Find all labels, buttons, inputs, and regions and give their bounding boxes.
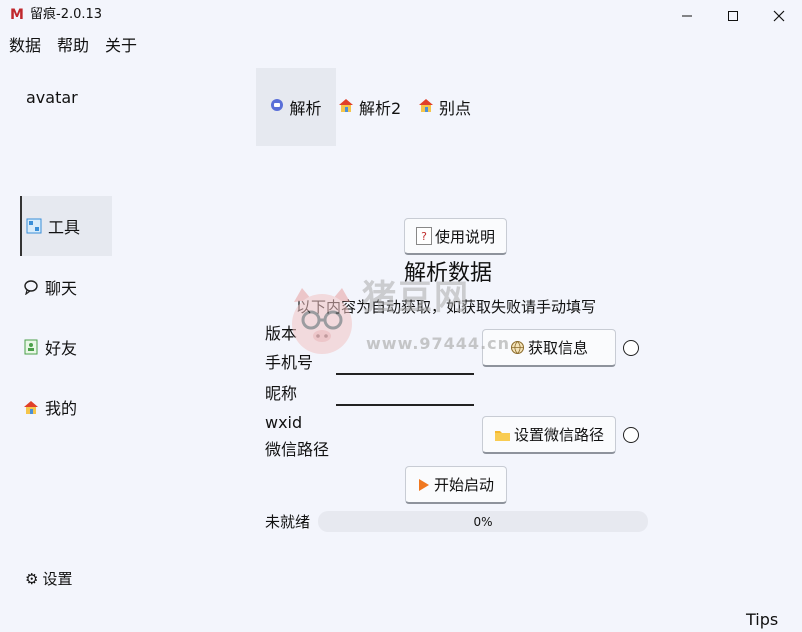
get-info-label: 获取信息 (527, 339, 588, 357)
set-wechat-path-button[interactable]: 设置微信路径 (482, 416, 616, 454)
play-icon (418, 478, 430, 492)
parse-tab-icon (270, 98, 284, 116)
sidebar-item-label: 聊天 (45, 279, 78, 298)
nickname-label: 昵称 (265, 384, 298, 403)
close-icon (773, 10, 785, 21)
watermark-text: 猪豆网 (362, 278, 470, 318)
menu-about[interactable]: 关于 (105, 36, 137, 56)
start-label: 开始启动 (433, 476, 494, 494)
wxid-label: wxid (265, 413, 303, 432)
tab-parse[interactable]: 解析 (256, 68, 336, 146)
tab-parse2[interactable]: 解析2 (338, 68, 401, 146)
close-button[interactable] (756, 0, 802, 31)
get-info-status-radio[interactable] (623, 340, 639, 356)
progress-bar: 0% (318, 511, 648, 532)
minimize-button[interactable] (664, 0, 710, 31)
menu-data[interactable]: 数据 (9, 36, 41, 56)
home-icon (23, 399, 39, 415)
sidebar-item-friends[interactable]: 好友 (20, 317, 110, 377)
gear-icon: ⚙ (25, 569, 39, 588)
sidebar-item-label: 好友 (45, 339, 78, 358)
home-icon (338, 97, 354, 117)
settings-label: 设置 (42, 570, 73, 588)
avatar[interactable]: avatar (26, 88, 78, 108)
tab-label: 解析2 (359, 99, 402, 118)
tips-link[interactable]: Tips (746, 611, 778, 629)
set-path-label: 设置微信路径 (513, 426, 604, 444)
chat-icon (23, 279, 39, 295)
watermark-url: www.97444.cn (366, 334, 511, 353)
nickname-input[interactable] (336, 384, 474, 406)
folder-icon (494, 428, 511, 442)
maximize-button[interactable] (710, 0, 756, 31)
maximize-icon (728, 10, 738, 21)
start-button[interactable]: 开始启动 (405, 466, 507, 504)
help-button-label: 使用说明 (434, 227, 495, 246)
minimize-icon (682, 15, 692, 16)
home-icon (418, 97, 434, 117)
tab-label: 解析 (289, 99, 322, 118)
sidebar-item-chat[interactable]: 聊天 (20, 257, 110, 317)
sidebar-settings[interactable]: ⚙ 设置 (25, 568, 72, 589)
sidebar-item-tools[interactable]: 工具 (20, 196, 112, 256)
menu-help[interactable]: 帮助 (57, 36, 89, 56)
wechat-path-label: 微信路径 (265, 440, 330, 459)
window-title: 留痕-2.0.13 (30, 7, 103, 22)
sidebar-item-me[interactable]: 我的 (20, 377, 110, 437)
contacts-icon (23, 339, 39, 355)
tab-dont-click[interactable]: 别点 (418, 68, 471, 146)
watermark-pig-logo (292, 288, 352, 354)
progress-text: 0% (473, 514, 493, 529)
tab-label: 别点 (439, 99, 472, 118)
sidebar-item-label: 我的 (45, 399, 78, 418)
wechat-path-status-radio[interactable] (623, 427, 639, 443)
app-logo: M (10, 7, 24, 23)
help-button[interactable]: ? 使用说明 (404, 218, 507, 255)
globe-icon (510, 340, 525, 355)
status-text: 未就绪 (265, 513, 311, 531)
sidebar-item-label: 工具 (48, 218, 81, 237)
tools-icon (26, 218, 42, 234)
question-icon: ? (415, 227, 432, 245)
